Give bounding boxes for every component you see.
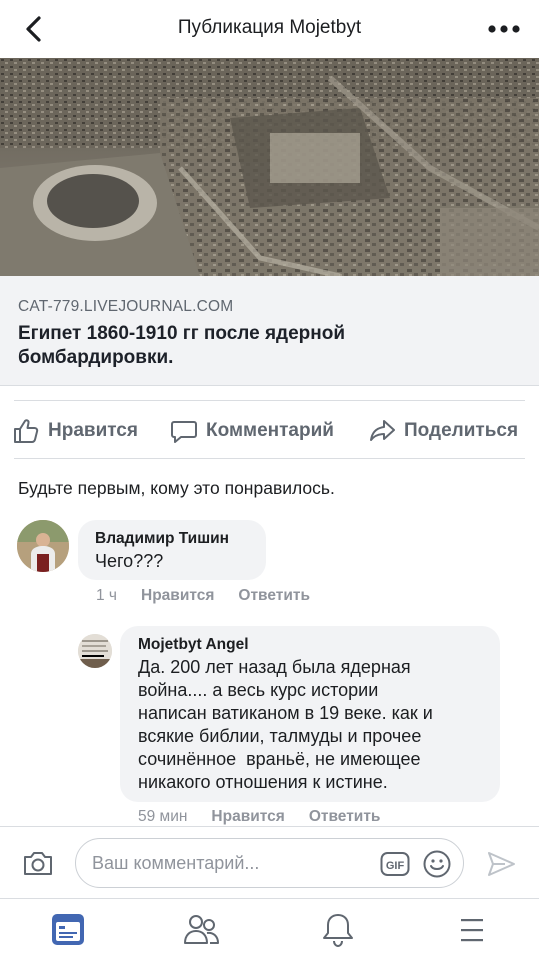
comment-text: Да. 200 лет назад была ядерная война....… (138, 656, 493, 794)
comment-button[interactable]: Комментарий (170, 408, 334, 454)
likes-summary: Будьте первым, кому это понравилось. (18, 478, 335, 498)
friends-tab-icon[interactable] (182, 911, 222, 949)
avatar[interactable] (17, 520, 69, 572)
top-bar: Публикация Mojetbyt (0, 0, 539, 58)
link-preview-card[interactable]: CAT-779.LIVEJOURNAL.COM Египет 1860-1910… (0, 58, 539, 386)
comment-author[interactable]: Владимир Тишин (95, 530, 229, 548)
comment-bubble[interactable]: Владимир Тишин Чего??? (78, 520, 266, 580)
comment-line: война.... а весь курс истории (138, 680, 379, 700)
comment-input[interactable] (92, 851, 372, 875)
comment-composer: GIF (0, 826, 539, 898)
comment-time: 59 мин (138, 808, 188, 825)
send-icon[interactable] (486, 849, 516, 879)
comment-author[interactable]: Mojetbyt Angel (138, 636, 249, 654)
comment-line: никакого отношения к истине. (138, 772, 388, 792)
comment-input-box[interactable]: GIF (75, 838, 464, 888)
emoji-icon[interactable] (422, 849, 452, 879)
comment-line: написан ватиканом в 19 веке. как и (138, 703, 433, 723)
divider (14, 400, 525, 401)
comment-bubble[interactable]: Mojetbyt Angel Да. 200 лет назад была яд… (120, 626, 500, 802)
comment-reply-link[interactable]: Ответить (238, 587, 310, 605)
comment-time: 1 ч (96, 587, 118, 604)
share-button[interactable]: Поделиться (368, 408, 518, 454)
bottom-tab-bar (0, 898, 539, 960)
link-title[interactable]: Египет 1860-1910 гг после ядерной бомбар… (18, 322, 498, 370)
thumbs-up-icon (14, 419, 39, 443)
like-button[interactable]: Нравится (12, 408, 138, 454)
link-preview-image (0, 58, 539, 276)
like-label: Нравится (48, 420, 138, 441)
page-title: Публикация Mojetbyt (177, 17, 362, 38)
post-actions: Нравится Комментарий Поделиться (0, 408, 539, 454)
link-domain: CAT-779.LIVEJOURNAL.COM (18, 298, 234, 315)
comment-label: Комментарий (206, 420, 334, 441)
comment-meta: 1 ч Нравится Ответить (96, 587, 334, 605)
commenter-photo (17, 520, 69, 572)
news-feed-tab-icon[interactable] (48, 911, 88, 949)
svg-text:GIF: GIF (386, 860, 405, 872)
camera-icon[interactable] (22, 849, 54, 877)
comment-like-link[interactable]: Нравится (141, 587, 214, 605)
link-preview-meta: CAT-779.LIVEJOURNAL.COM Египет 1860-1910… (0, 276, 539, 386)
notifications-bell-icon[interactable] (318, 911, 358, 949)
more-options-icon[interactable] (487, 20, 521, 38)
comment-reply-link[interactable]: Ответить (309, 808, 381, 826)
comment-line: Да. 200 лет назад была ядерная (138, 657, 411, 677)
avatar[interactable] (78, 634, 112, 668)
comment-text: Чего??? (95, 551, 164, 571)
menu-hamburger-icon[interactable] (452, 911, 492, 949)
comment-line: сочинённое враньё, не имеющее (138, 749, 421, 769)
gif-icon[interactable]: GIF (380, 851, 410, 877)
commenter-photo (78, 634, 112, 668)
comment-bubble-icon (171, 421, 197, 443)
share-label: Поделиться (404, 420, 519, 441)
comment-meta: 59 мин Нравится Ответить (138, 808, 404, 826)
comment-like-link[interactable]: Нравится (211, 808, 284, 826)
share-arrow-icon (370, 420, 395, 441)
comment-line: всякие библии, талмуды и прочее (138, 726, 422, 746)
divider (14, 458, 525, 459)
